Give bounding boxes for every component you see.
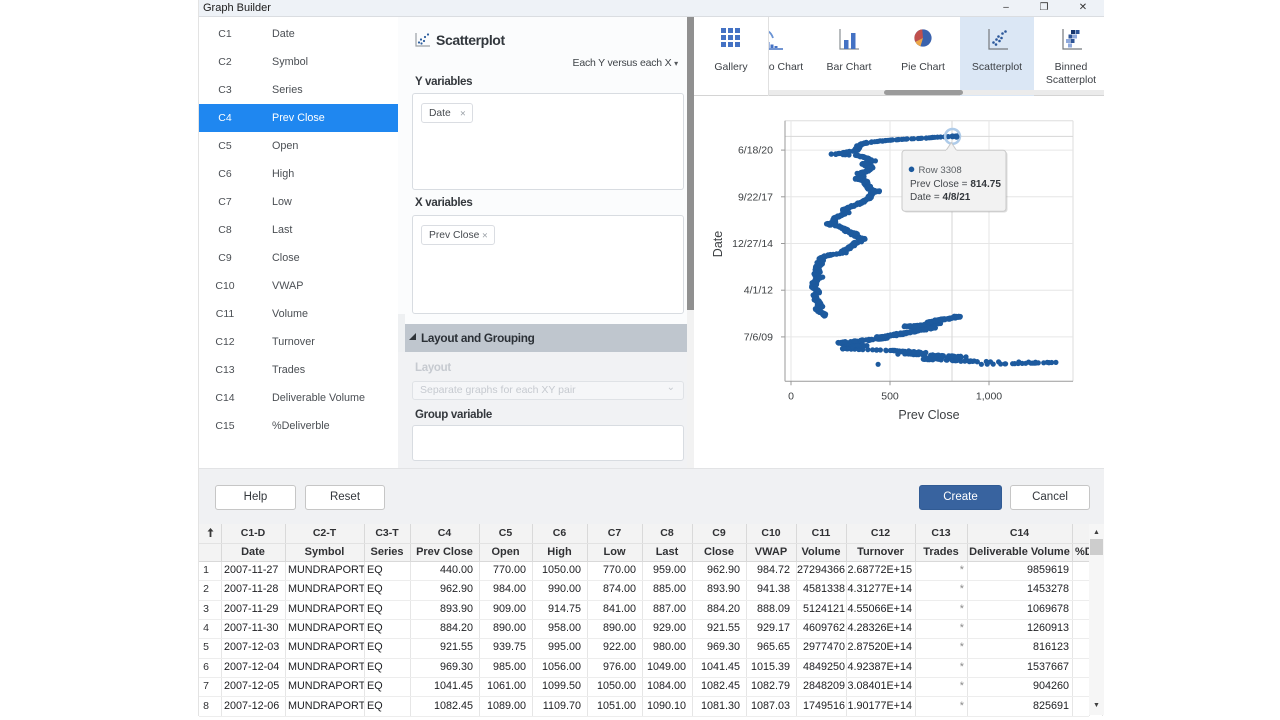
svg-text:Prev Close = 814.75: Prev Close = 814.75 bbox=[910, 179, 1001, 190]
svg-text:0: 0 bbox=[788, 391, 794, 403]
svg-text:7/6/09: 7/6/09 bbox=[744, 331, 773, 343]
svg-text:500: 500 bbox=[881, 391, 899, 403]
svg-text:12/27/14: 12/27/14 bbox=[732, 238, 773, 250]
svg-text:9/22/17: 9/22/17 bbox=[738, 191, 773, 203]
svg-text:Date = 4/8/21: Date = 4/8/21 bbox=[910, 192, 971, 203]
svg-text:Prev Close: Prev Close bbox=[898, 408, 959, 422]
svg-text:Row 3308: Row 3308 bbox=[919, 165, 962, 176]
svg-text:Date: Date bbox=[711, 231, 725, 257]
svg-text:1,000: 1,000 bbox=[976, 391, 1002, 403]
svg-text:6/18/20: 6/18/20 bbox=[738, 145, 773, 157]
svg-text:4/1/12: 4/1/12 bbox=[744, 285, 773, 297]
